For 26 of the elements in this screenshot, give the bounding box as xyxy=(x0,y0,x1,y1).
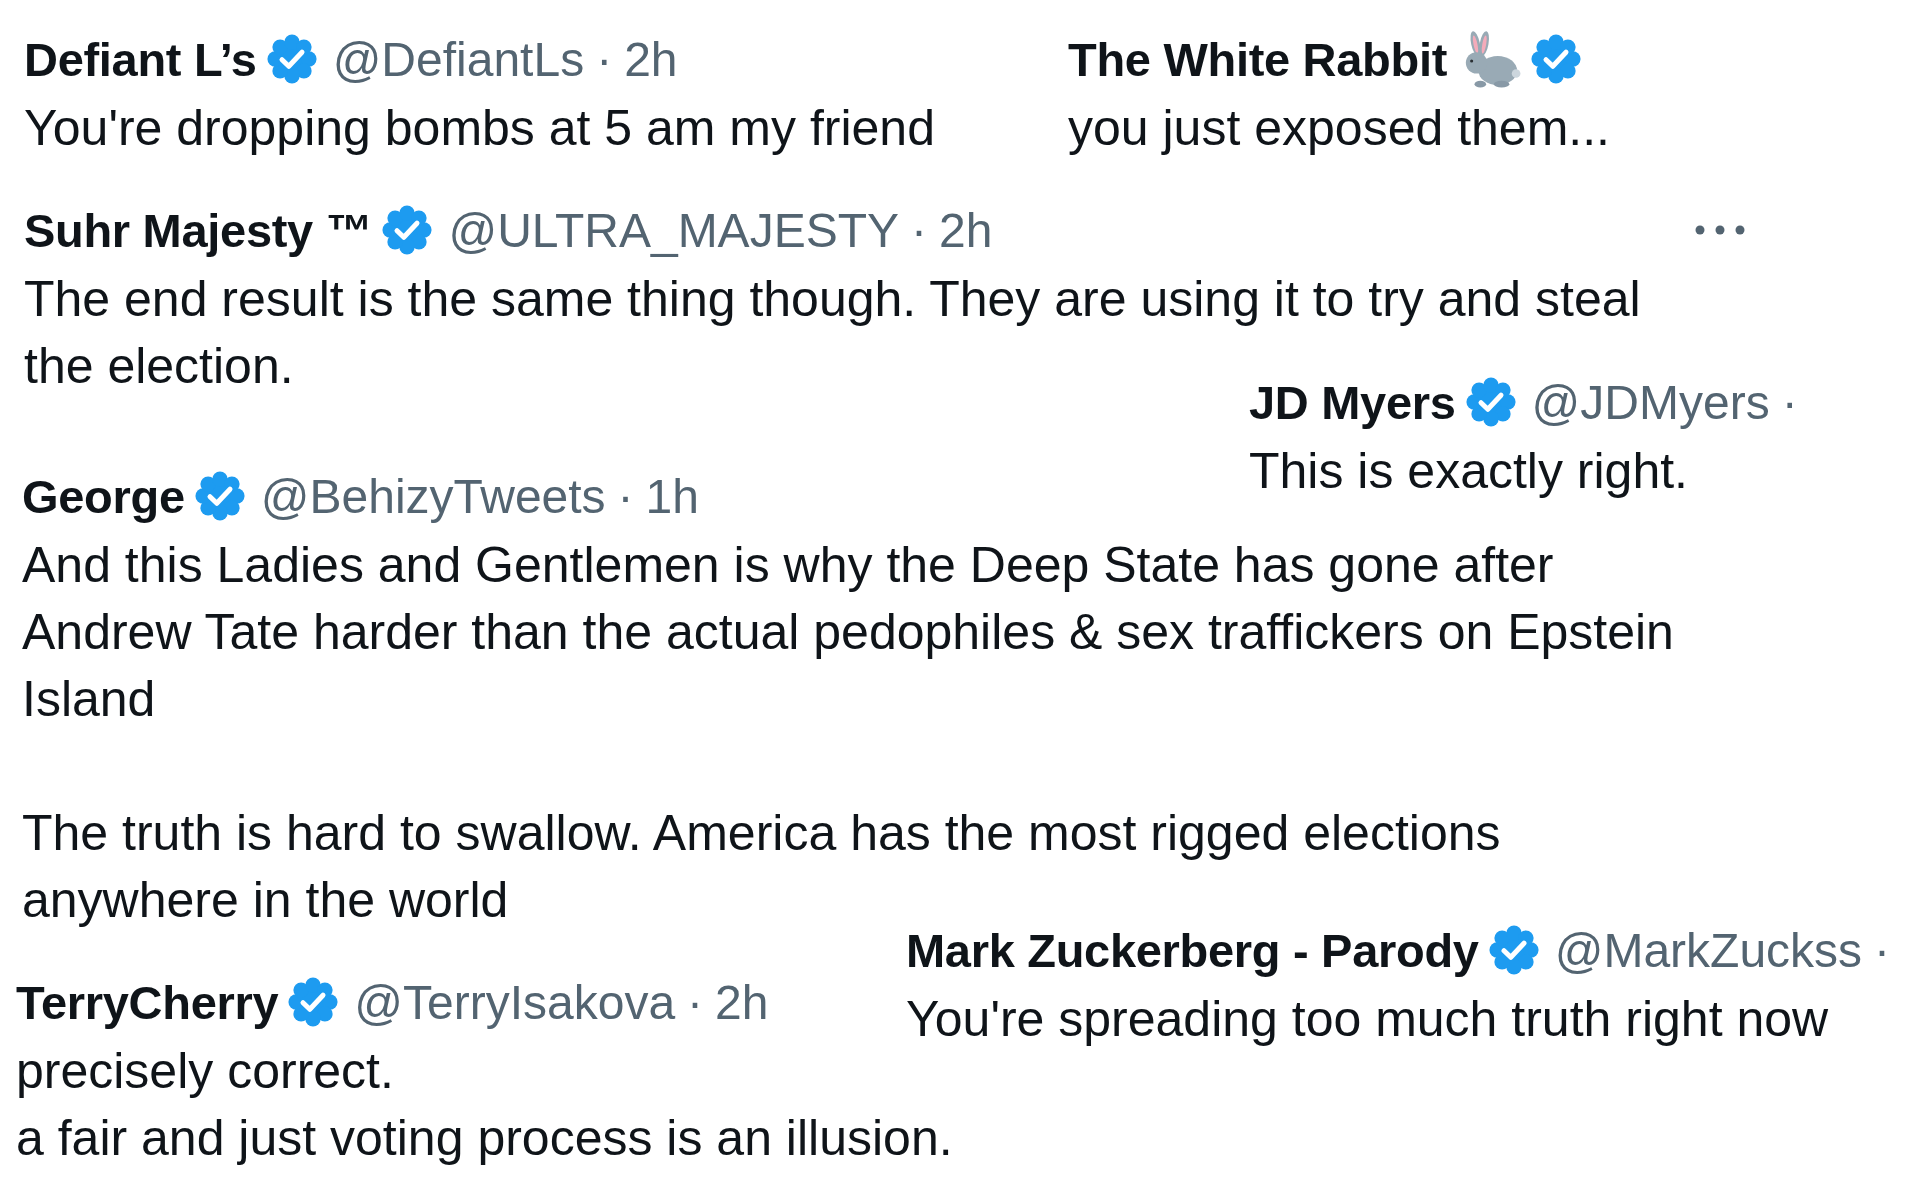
tweet-text: You're dropping bombs at 5 am my friend xyxy=(24,99,935,158)
timestamp[interactable]: 2h xyxy=(715,974,769,1030)
user-handle[interactable]: @DefiantLs xyxy=(332,31,585,87)
user-handle[interactable]: @TerryIsakova xyxy=(354,974,676,1030)
user-handle[interactable]: @BehizyTweets xyxy=(260,468,606,524)
display-name[interactable]: Defiant L’s xyxy=(24,31,257,87)
separator-dot: · xyxy=(1874,922,1891,978)
user-handle[interactable]: @ULTRA_MAJESTY xyxy=(448,202,899,258)
timestamp[interactable]: 1h xyxy=(645,468,699,524)
more-icon[interactable] xyxy=(1695,225,1745,235)
separator-dot: · xyxy=(617,468,634,524)
tweet-text: you just exposed them... xyxy=(1068,99,1610,158)
tweet-text: And this Ladies and Gentlemen is why the Deep State has gone after Andrew Tate harder than the actual pedophiles & sex traffickers on Epstein Island xyxy=(22,536,1674,729)
separator-dot: · xyxy=(1781,374,1798,430)
separator-dot: · xyxy=(687,974,704,1030)
display-name[interactable]: Suhr Majesty ™ xyxy=(24,202,373,258)
user-handle[interactable]: @JDMyers xyxy=(1531,374,1770,430)
display-name[interactable]: George xyxy=(22,468,185,524)
separator-dot: · xyxy=(911,202,927,258)
separator-dot: · xyxy=(596,31,613,87)
display-name[interactable]: The White Rabbit xyxy=(1068,31,1447,87)
tweet-text: This is exactly right. xyxy=(1249,442,1688,501)
timestamp[interactable]: 2h xyxy=(939,202,993,258)
user-handle[interactable]: @MarkZuckss xyxy=(1554,922,1863,978)
display-name[interactable]: TerryCherry xyxy=(16,974,279,1030)
timestamp[interactable]: 2h xyxy=(624,31,678,87)
